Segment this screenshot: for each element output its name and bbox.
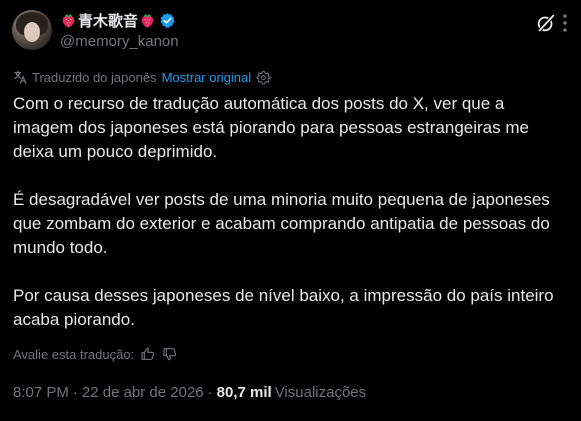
rate-translation-row: Avalie esta tradução: xyxy=(13,344,178,364)
verified-badge-icon[interactable] xyxy=(159,12,176,29)
post-time[interactable]: 8:07 PM xyxy=(13,384,69,401)
settings-gear-icon[interactable] xyxy=(256,70,271,85)
tweet: 青木歌音 @memory_kanon Traduzido do japonês … xyxy=(0,0,581,421)
display-name[interactable]: 青木歌音 xyxy=(78,10,138,31)
translated-from-label: Traduzido do japonês xyxy=(32,69,157,85)
translate-icon xyxy=(14,70,27,84)
strawberry-icon xyxy=(62,13,75,28)
strawberry-icon xyxy=(141,13,154,28)
thumbs-down-icon[interactable] xyxy=(162,346,178,362)
translation-bar: Traduzido do japonês Mostrar original xyxy=(13,68,271,86)
author-handle[interactable]: @memory_kanon xyxy=(60,32,179,52)
tweet-text: Com o recurso de tradução automática dos… xyxy=(13,92,569,332)
tweet-paragraph: É desagradável ver posts de uma minoria … xyxy=(13,190,550,257)
views-label[interactable]: Visualizações xyxy=(275,384,366,401)
tweet-meta: 8:07 PM · 22 de abr de 2026 · 80,7 mil V… xyxy=(13,382,366,402)
meta-separator: · xyxy=(72,383,78,401)
avatar-face xyxy=(24,22,40,42)
meta-separator: · xyxy=(207,383,213,401)
tweet-paragraph: Com o recurso de tradução automática dos… xyxy=(13,94,529,161)
more-options-icon[interactable] xyxy=(557,12,573,34)
views-count[interactable]: 80,7 mil xyxy=(217,384,272,401)
tweet-paragraph: Por causa desses japoneses de nível baix… xyxy=(13,286,554,329)
rate-translation-label: Avalie esta tradução: xyxy=(13,346,135,362)
show-original-link[interactable]: Mostrar original xyxy=(162,70,252,85)
grok-icon[interactable] xyxy=(535,12,557,34)
avatar[interactable] xyxy=(12,10,52,50)
tweet-header: 青木歌音 @memory_kanon xyxy=(10,8,571,56)
thumbs-up-icon[interactable] xyxy=(140,346,156,362)
author-names: 青木歌音 @memory_kanon xyxy=(60,10,179,52)
post-date[interactable]: 22 de abr de 2026 xyxy=(82,384,204,401)
display-name-row[interactable]: 青木歌音 xyxy=(60,10,179,30)
